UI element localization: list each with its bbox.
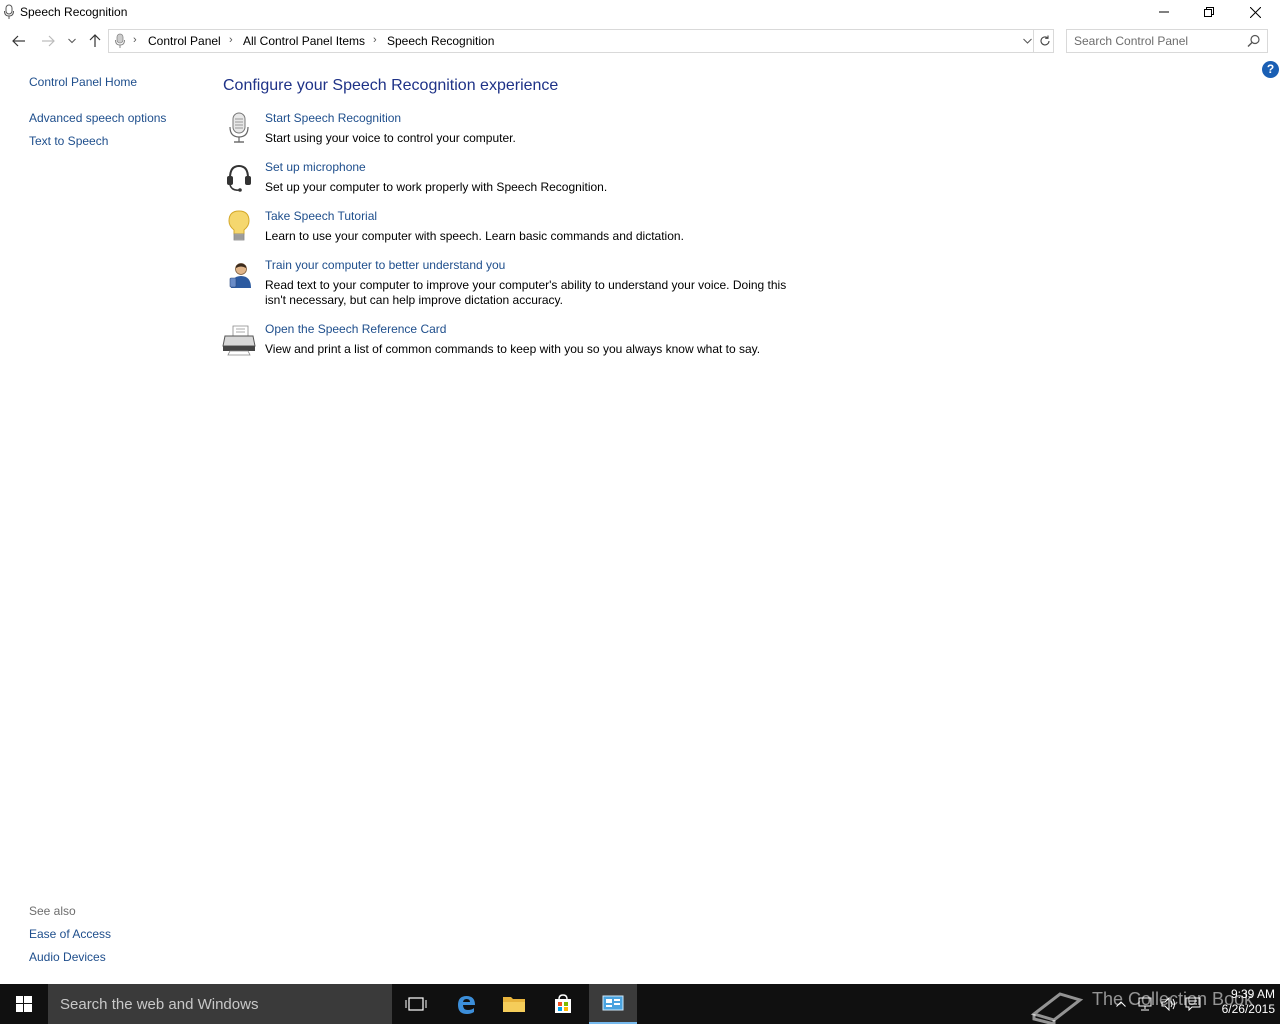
- control-panel-window: Speech Recognition › Control Panel › All…: [0, 0, 1280, 984]
- taskbar: Search the web and Windows The Collectio…: [0, 984, 1280, 1024]
- restore-button[interactable]: [1186, 0, 1232, 24]
- task-take-speech-tutorial: Take Speech Tutorial Learn to use your c…: [222, 209, 822, 249]
- notification-icon: [1185, 997, 1201, 1011]
- train-computer-link[interactable]: Train your computer to better understand…: [265, 258, 505, 272]
- microphone-icon: [115, 33, 125, 48]
- user-training-icon: [229, 263, 251, 288]
- minimize-icon: [1159, 11, 1169, 13]
- help-button[interactable]: ?: [1262, 61, 1279, 78]
- breadcrumb-separator[interactable]: ›: [133, 34, 137, 46]
- headset-icon: [227, 164, 251, 192]
- take-speech-tutorial-link[interactable]: Take Speech Tutorial: [265, 209, 377, 223]
- microphone-app-icon: [4, 4, 14, 19]
- breadcrumb-separator[interactable]: ›: [373, 34, 377, 46]
- network-button[interactable]: [1134, 984, 1156, 1024]
- close-icon: [1249, 6, 1261, 18]
- printer-icon: [222, 325, 256, 356]
- start-speech-recognition-link[interactable]: Start Speech Recognition: [265, 111, 401, 125]
- control-panel-home-link[interactable]: Control Panel Home: [29, 75, 137, 89]
- navigation-bar: › Control Panel › All Control Panel Item…: [0, 28, 1280, 54]
- ease-of-access-link[interactable]: Ease of Access: [29, 927, 111, 941]
- taskbar-clock[interactable]: 9:39 AM 6/26/2015: [1205, 987, 1275, 1017]
- up-button[interactable]: [84, 30, 106, 52]
- breadcrumb-separator[interactable]: ›: [229, 34, 233, 46]
- see-also-label: See also: [29, 904, 76, 918]
- task-view-icon: [405, 997, 427, 1011]
- forward-button[interactable]: [37, 30, 59, 52]
- control-panel-taskbar-button[interactable]: [589, 984, 637, 1024]
- folder-icon: [503, 997, 525, 1012]
- chevron-down-icon: [1022, 38, 1032, 44]
- address-bar[interactable]: › Control Panel › All Control Panel Item…: [108, 29, 1054, 53]
- title-bar: Speech Recognition: [0, 0, 1280, 24]
- chevron-up-icon: [1116, 1001, 1126, 1007]
- lightbulb-icon: [228, 210, 250, 241]
- edge-browser-button[interactable]: [442, 984, 490, 1024]
- arrow-up-icon: [89, 34, 101, 47]
- taskbar-search-box[interactable]: Search the web and Windows: [48, 984, 392, 1024]
- edge-icon: [458, 996, 475, 1014]
- action-center-button[interactable]: [1182, 984, 1204, 1024]
- task-description: Set up your computer to work properly wi…: [265, 180, 608, 194]
- text-to-speech-link[interactable]: Text to Speech: [29, 134, 108, 148]
- restore-icon: [1204, 7, 1214, 17]
- task-open-reference-card: Open the Speech Reference Card View and …: [222, 322, 822, 362]
- task-description: Read text to your computer to improve yo…: [265, 278, 787, 307]
- recent-locations-button[interactable]: [61, 30, 83, 52]
- minimize-button[interactable]: [1141, 0, 1187, 24]
- task-description: View and print a list of common commands…: [265, 342, 761, 356]
- advanced-speech-options-link[interactable]: Advanced speech options: [29, 111, 166, 125]
- search-input[interactable]: [1074, 33, 1244, 49]
- task-train-computer: Train your computer to better understand…: [222, 258, 822, 313]
- task-view-button[interactable]: [392, 984, 440, 1024]
- set-up-microphone-link[interactable]: Set up microphone: [265, 160, 366, 174]
- refresh-icon: [1040, 35, 1050, 46]
- arrow-left-icon: [12, 35, 25, 47]
- search-icon[interactable]: [1247, 34, 1261, 48]
- store-bag-icon: [555, 994, 571, 1013]
- speaker-icon: [1161, 997, 1175, 1011]
- microphone-icon: [229, 112, 249, 143]
- task-start-speech-recognition: Start Speech Recognition Start using you…: [222, 111, 822, 151]
- page-title: Configure your Speech Recognition experi…: [223, 77, 559, 94]
- search-box[interactable]: [1066, 29, 1268, 53]
- clock-date: 6/26/2015: [1221, 1002, 1275, 1016]
- file-explorer-button[interactable]: [490, 984, 538, 1024]
- control-panel-icon: [602, 995, 624, 1011]
- taskbar-search-text: Search the web and Windows: [60, 996, 259, 1013]
- breadcrumb-all-items[interactable]: All Control Panel Items: [243, 34, 365, 48]
- store-button[interactable]: [539, 984, 587, 1024]
- start-button[interactable]: [0, 984, 48, 1024]
- close-button[interactable]: [1232, 0, 1278, 24]
- network-icon: [1138, 997, 1152, 1011]
- chevron-down-icon: [68, 38, 76, 44]
- show-hidden-icons-button[interactable]: [1112, 984, 1130, 1024]
- window-title: Speech Recognition: [20, 5, 128, 19]
- open-speech-reference-card-link[interactable]: Open the Speech Reference Card: [265, 322, 446, 336]
- watermark-book-logo: [1030, 992, 1084, 1024]
- task-description: Learn to use your computer with speech. …: [265, 229, 684, 243]
- back-button[interactable]: [8, 30, 30, 52]
- breadcrumb-speech-recognition[interactable]: Speech Recognition: [387, 34, 494, 48]
- clock-time: 9:39 AM: [1230, 987, 1275, 1001]
- audio-devices-link[interactable]: Audio Devices: [29, 950, 106, 964]
- refresh-button[interactable]: [1033, 30, 1055, 52]
- task-set-up-microphone: Set up microphone Set up your computer t…: [222, 160, 822, 200]
- breadcrumb-control-panel[interactable]: Control Panel: [148, 34, 221, 48]
- windows-logo-icon: [16, 996, 32, 1012]
- arrow-right-icon: [42, 35, 55, 47]
- task-description: Start using your voice to control your c…: [265, 131, 516, 145]
- volume-button[interactable]: [1158, 984, 1180, 1024]
